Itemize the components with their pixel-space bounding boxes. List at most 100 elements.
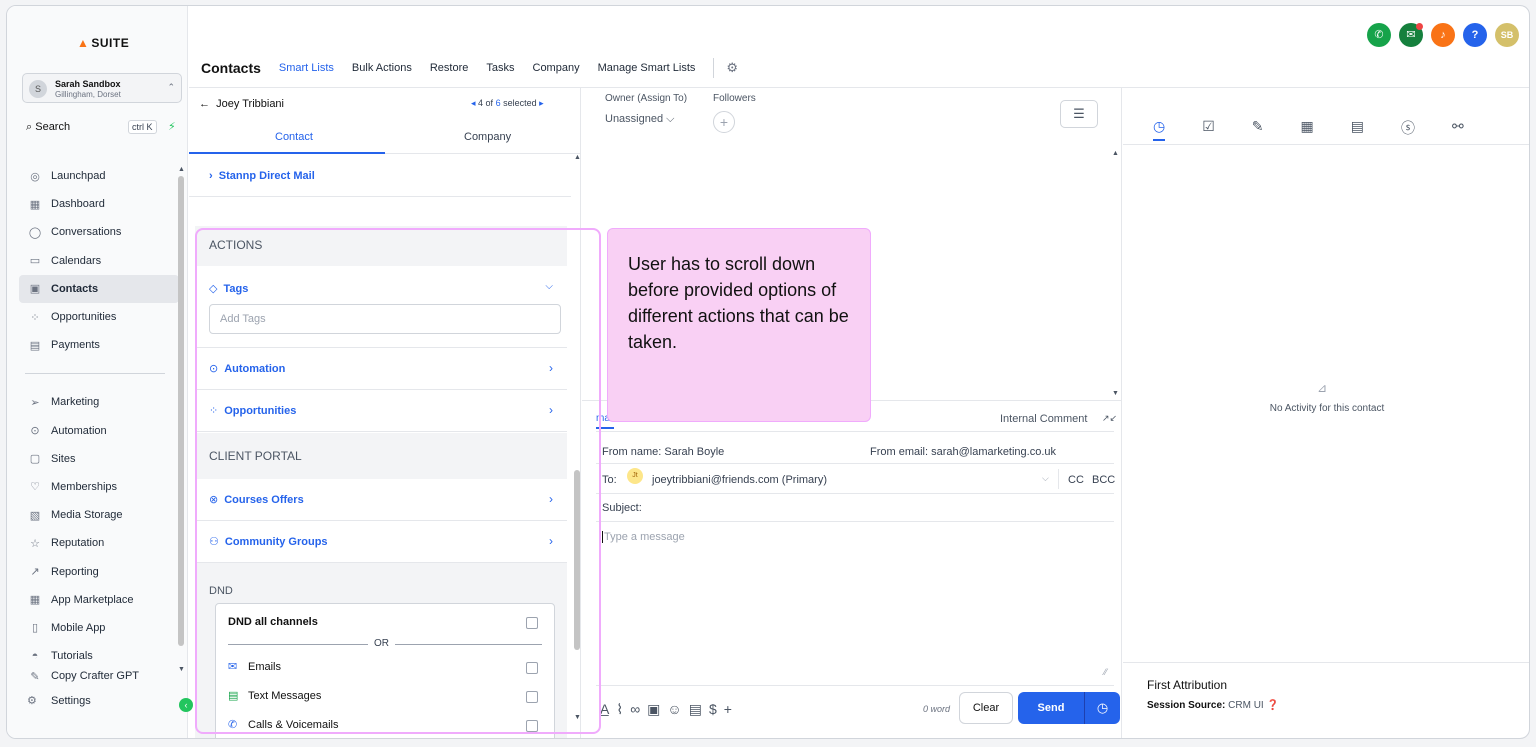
sidebar-scrollbar[interactable]: ▲ ▼ [177, 166, 185, 676]
dnd-text-checkbox[interactable] [526, 691, 538, 703]
sidebar-search[interactable]: ⌕ Search ctrl K ⚡ [22, 116, 182, 140]
scroll-down-icon[interactable]: ▼ [178, 666, 185, 673]
community-groups-row[interactable]: ⚇ Community Groups › [195, 521, 567, 563]
dnd-calls-checkbox[interactable] [526, 720, 538, 732]
sidebar-item-tutorials[interactable]: ◓ Tutorials [19, 642, 179, 670]
text-format-icon[interactable]: A̲ [600, 701, 616, 717]
notes-pen-icon[interactable]: ✎ [1252, 118, 1264, 141]
documents-icon[interactable]: ▤ [1351, 118, 1364, 141]
tab-bulk-actions[interactable]: Bulk Actions [352, 62, 412, 74]
prev-contact-icon[interactable]: ◂ [471, 98, 476, 108]
scroll-up-icon[interactable]: ▲ [574, 154, 581, 161]
bolt-icon[interactable]: ⚡ [168, 120, 176, 133]
notification-badge [1416, 23, 1423, 30]
back-arrow-icon[interactable]: ← [199, 98, 210, 110]
courses-offers-row[interactable]: ⊗ Courses Offers › [195, 479, 567, 521]
scroll-up-icon[interactable]: ▲ [1112, 150, 1119, 157]
tab-smart-lists[interactable]: Smart Lists [279, 62, 334, 74]
clear-button[interactable]: Clear [959, 692, 1013, 724]
sidebar-item-reporting[interactable]: ↗ Reporting [19, 557, 179, 585]
chevron-down-icon[interactable]: ⌵ [545, 281, 553, 292]
sidebar-item-contacts[interactable]: ▣ Contacts [19, 274, 179, 303]
sidebar-item-payments[interactable]: ▤ Payments [19, 331, 179, 359]
courses-label: ⊗ Courses Offers [209, 493, 304, 506]
sidebar-item-sites[interactable]: ▢ Sites [19, 445, 179, 473]
expand-icon[interactable]: ↗↙ [1102, 413, 1117, 424]
sidebar-scroll-thumb[interactable] [178, 176, 184, 646]
contact-breadcrumb[interactable]: ← Joey Tribbiani [199, 98, 284, 110]
message-input[interactable]: Type a message [602, 531, 685, 543]
sidebar-item-settings[interactable]: ⚙ Settings [27, 694, 91, 708]
sidebar-item-dashboard[interactable]: ▦ Dashboard [19, 190, 179, 218]
settings-gear-icon[interactable]: ⚙ [726, 60, 738, 76]
owner-select[interactable]: Unassigned ⌵ [605, 113, 675, 126]
emoji-icon[interactable]: ☺ [667, 701, 688, 717]
send-button[interactable]: Send [1018, 692, 1084, 724]
tab-tasks[interactable]: Tasks [486, 62, 514, 74]
opportunities-row[interactable]: ⁘ Opportunities › [195, 390, 567, 432]
add-follower-button[interactable]: + [713, 111, 735, 133]
chevron-down-icon[interactable]: ⌵ [1042, 473, 1049, 484]
dollar-icon[interactable]: $ [709, 701, 724, 717]
sidebar-item-memberships[interactable]: ♡ Memberships [19, 473, 179, 501]
tab-company[interactable]: Company [533, 62, 580, 74]
add-tags-input[interactable]: Add Tags [209, 304, 561, 334]
cc-button[interactable]: CC [1068, 474, 1084, 486]
activity-clock-icon[interactable]: ◷ [1153, 118, 1166, 141]
schedule-clock-icon[interactable]: ◷ [1084, 692, 1120, 724]
detail-scrollbar[interactable]: ▲ ▼ [573, 154, 581, 738]
grid-icon: ▦ [29, 198, 41, 211]
appointments-calendar-icon[interactable]: ▦ [1301, 118, 1314, 141]
to-recipient[interactable]: joeytribbiani@friends.com (Primary) [652, 474, 827, 486]
scroll-down-icon[interactable]: ▼ [1112, 390, 1119, 397]
image-icon[interactable]: ▣ [647, 701, 667, 717]
sidebar-item-marketing[interactable]: ➢ Marketing [19, 388, 179, 416]
dnd-emails-checkbox[interactable] [526, 662, 538, 674]
sidebar-item-mobile-app[interactable]: ▯ Mobile App [19, 614, 179, 642]
next-contact-icon[interactable]: ▸ [539, 98, 544, 108]
filter-button[interactable]: ☰ [1060, 100, 1098, 128]
dnd-all-checkbox[interactable] [526, 617, 538, 629]
plus-icon[interactable]: + [724, 701, 739, 717]
account-switcher[interactable]: S Sarah Sandbox Gillingham, Dorset ⌃ [22, 73, 182, 103]
automation-row[interactable]: ⊙ Automation › [195, 348, 567, 390]
user-avatar[interactable]: SB [1495, 23, 1519, 47]
tab-restore[interactable]: Restore [430, 62, 469, 74]
automation-icon: ⊙ [30, 425, 40, 438]
link-icon[interactable]: ∞ [630, 701, 647, 717]
tab-company-detail[interactable]: Company [464, 131, 511, 143]
bell-icon[interactable]: ♪ [1431, 23, 1455, 47]
template-icon[interactable]: ▤ [689, 701, 709, 717]
sidebar-item-launchpad[interactable]: ◎ Launchpad [19, 162, 179, 190]
tab-manage-smart-lists[interactable]: Manage Smart Lists [598, 62, 696, 74]
help-icon[interactable]: ? [1463, 23, 1487, 47]
tab-contacts[interactable]: Contacts [201, 60, 261, 76]
phone-icon[interactable]: ✆ [1367, 23, 1391, 47]
detail-scroll-thumb[interactable] [574, 470, 580, 650]
payments-dollar-icon[interactable]: ⓢ [1401, 118, 1415, 141]
sidebar-item-conversations[interactable]: ◯ Conversations [19, 218, 179, 246]
sidebar-item-automation[interactable]: ⊙ Automation [19, 417, 179, 445]
internal-comment-tab[interactable]: Internal Comment [1000, 413, 1087, 425]
sidebar-item-calendars[interactable]: ▭ Calendars [19, 247, 179, 275]
info-icon[interactable]: ❓ [1266, 700, 1278, 711]
automation-label: ⊙ Automation [209, 362, 285, 375]
scroll-down-icon[interactable]: ▼ [574, 714, 581, 721]
tasks-check-icon[interactable]: ☑ [1202, 118, 1215, 141]
subject-label[interactable]: Subject: [602, 502, 642, 514]
scroll-up-icon[interactable]: ▲ [178, 166, 185, 173]
tab-contact[interactable]: Contact [275, 131, 313, 143]
resize-handle-icon[interactable]: ⁄⁄ [1104, 667, 1107, 677]
sidebar-item-opportunities[interactable]: ⁘ Opportunities [19, 303, 179, 331]
megaphone-icon[interactable]: ✉ [1399, 23, 1423, 47]
chevron-right-icon: › [549, 492, 553, 506]
stannp-direct-mail[interactable]: › Stannp Direct Mail [209, 170, 315, 182]
bcc-button[interactable]: BCC [1092, 474, 1115, 486]
workflow-icon[interactable]: ⚯ [1452, 118, 1464, 141]
sidebar-item-app-marketplace[interactable]: ▦ App Marketplace [19, 586, 179, 614]
memberships-icon: ♡ [30, 481, 40, 494]
sidebar-item-reputation[interactable]: ☆ Reputation [19, 529, 179, 557]
attachment-icon[interactable]: ⌇ [616, 701, 630, 717]
sidebar-item-media-storage[interactable]: ▧ Media Storage [19, 501, 179, 529]
sidebar-item-copy-crafter[interactable]: ✎ Copy Crafter GPT [19, 670, 179, 684]
